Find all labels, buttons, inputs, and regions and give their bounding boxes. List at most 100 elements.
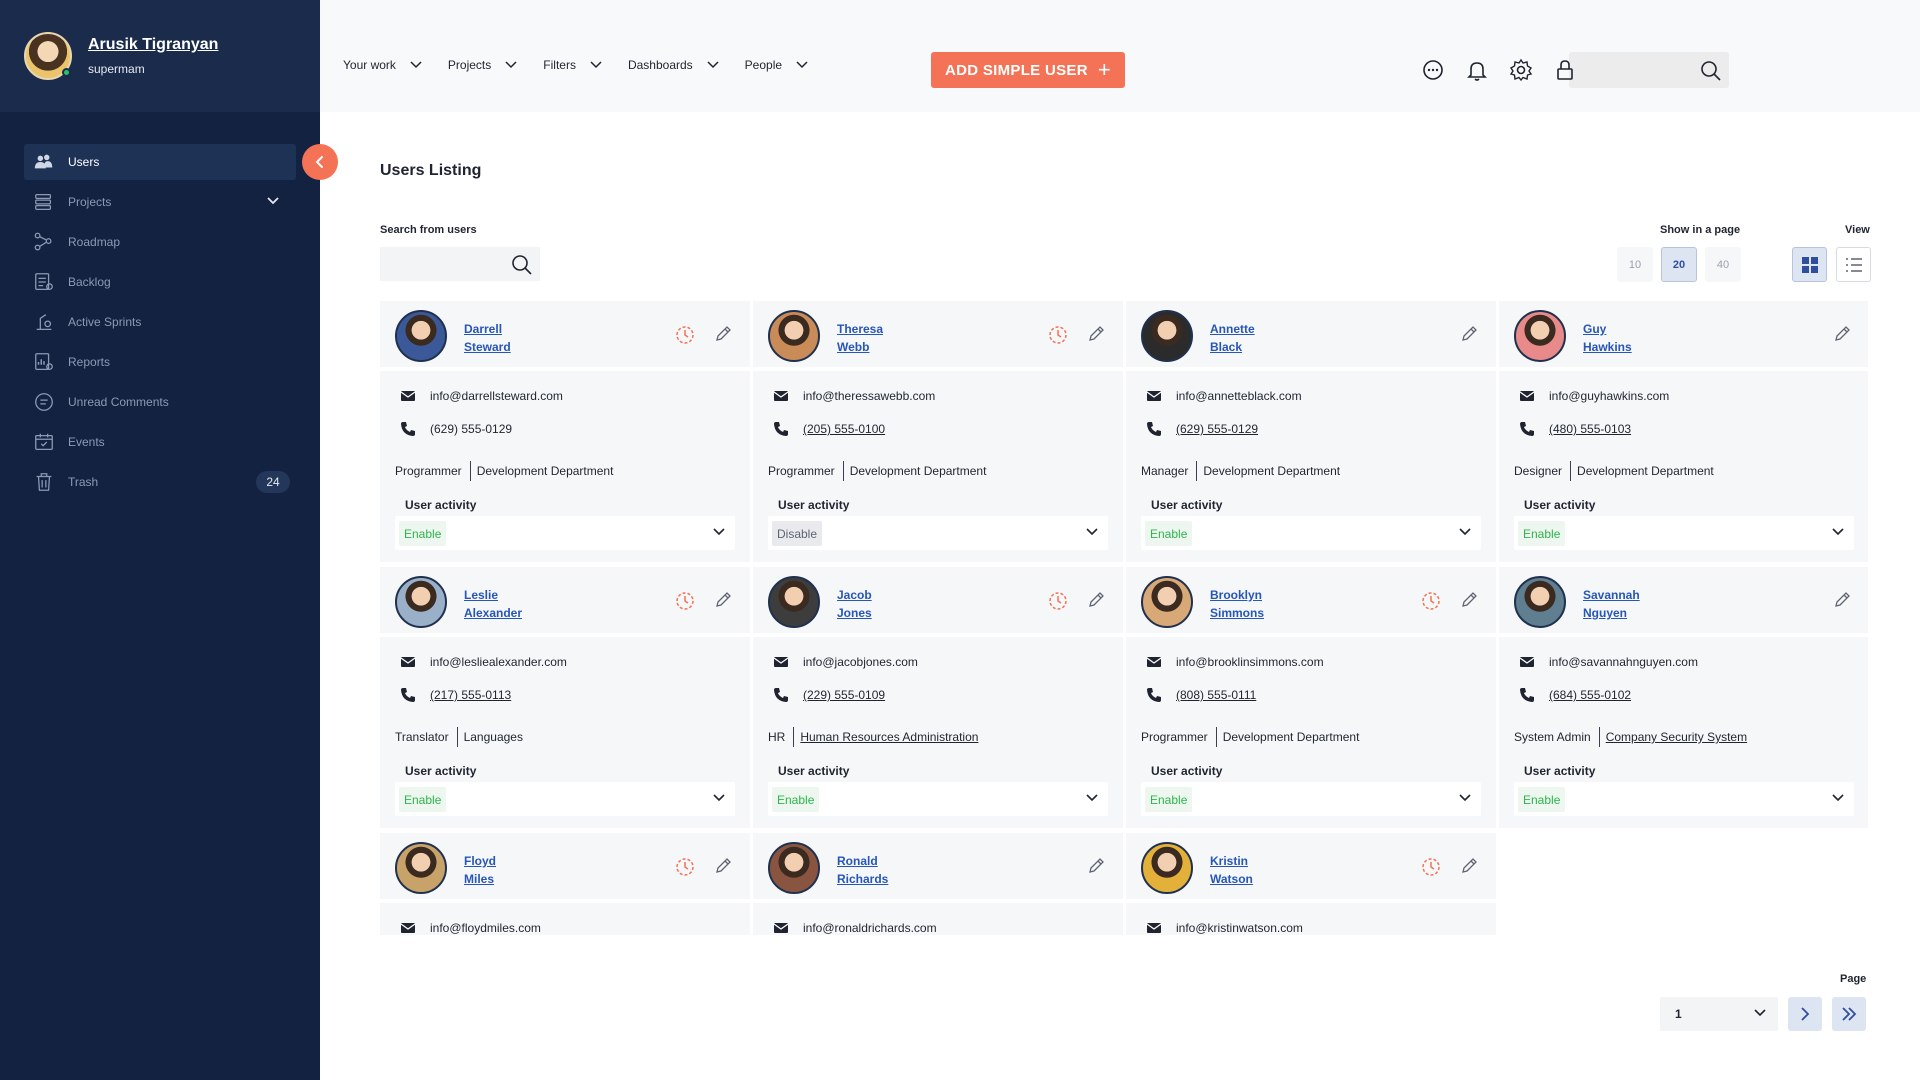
pencil-icon[interactable] <box>714 591 732 609</box>
clock-icon[interactable] <box>1048 325 1068 345</box>
user-activity-select[interactable]: Enable <box>1141 516 1481 550</box>
user-name-link[interactable]: Guy Hawkins <box>1583 320 1683 356</box>
user-activity-select[interactable]: Enable <box>768 782 1108 816</box>
sidebar-item-trash[interactable]: Trash 24 <box>24 464 296 500</box>
search-icon[interactable] <box>510 253 534 277</box>
user-activity-label: User activity <box>1524 498 1596 512</box>
avatar[interactable] <box>1141 310 1193 362</box>
user-name-link[interactable]: Savannah Nguyen <box>1583 586 1683 622</box>
pencil-icon[interactable] <box>1833 325 1851 343</box>
pencil-icon[interactable] <box>714 857 732 875</box>
avatar[interactable] <box>768 310 820 362</box>
clock-icon[interactable] <box>1421 591 1441 611</box>
pencil-icon[interactable] <box>1460 591 1478 609</box>
phone-number[interactable]: (808) 555-0111 <box>1176 688 1256 702</box>
avatar[interactable] <box>1141 576 1193 628</box>
user-name-link[interactable]: Floyd Miles <box>464 852 564 888</box>
gear-icon[interactable] <box>1509 58 1533 82</box>
user-name-link[interactable]: Kristin Watson <box>1210 852 1310 888</box>
phone-number[interactable]: (629) 555-0129 <box>1176 422 1258 436</box>
phone-number[interactable]: (217) 555-0113 <box>430 688 511 702</box>
avatar[interactable] <box>1514 576 1566 628</box>
last-page-button[interactable] <box>1832 997 1866 1031</box>
chevron-right-icon <box>1801 1007 1810 1021</box>
page-size-10[interactable]: 10 <box>1617 247 1653 282</box>
avatar[interactable] <box>768 576 820 628</box>
user-activity-select[interactable]: Enable <box>1141 782 1481 816</box>
menu-people[interactable]: People <box>745 58 808 72</box>
user-last-name: Alexander <box>464 606 523 620</box>
user-name-link[interactable]: Ronald Richards <box>837 852 937 888</box>
menu-projects[interactable]: Projects <box>448 58 517 72</box>
chevron-down-icon <box>1459 794 1471 802</box>
sidebar-item-active-sprints[interactable]: Active Sprints <box>24 304 296 340</box>
sidebar-item-backlog[interactable]: Backlog <box>24 264 296 300</box>
pencil-icon[interactable] <box>1460 325 1478 343</box>
menu-filters[interactable]: Filters <box>543 58 602 72</box>
phone-number[interactable]: (205) 555-0100 <box>803 422 885 436</box>
page-select[interactable]: 1 <box>1660 997 1778 1031</box>
grid-view-button[interactable] <box>1792 247 1827 282</box>
clock-icon[interactable] <box>1421 857 1441 877</box>
user-department[interactable]: Company Security System <box>1606 730 1747 744</box>
user-card-header: Kristin Watson <box>1126 833 1496 899</box>
pencil-icon[interactable] <box>1087 857 1105 875</box>
list-view-button[interactable] <box>1836 247 1871 282</box>
collapse-sidebar-button[interactable] <box>302 144 338 180</box>
add-simple-user-button[interactable]: ADD SIMPLE USER + <box>931 52 1125 88</box>
next-page-button[interactable] <box>1788 997 1822 1031</box>
pencil-icon[interactable] <box>1833 591 1851 609</box>
avatar[interactable] <box>395 576 447 628</box>
pencil-icon[interactable] <box>714 325 732 343</box>
avatar[interactable] <box>395 310 447 362</box>
sidebar-item-roadmap[interactable]: Roadmap <box>24 224 296 260</box>
pencil-icon[interactable] <box>1087 325 1105 343</box>
clock-icon[interactable] <box>675 591 695 611</box>
sidebar-item-reports[interactable]: Reports <box>24 344 296 380</box>
user-first-name: Darrell <box>464 322 503 336</box>
user-activity-select[interactable]: Enable <box>1514 516 1854 550</box>
clock-icon[interactable] <box>675 857 695 877</box>
pencil-icon[interactable] <box>1087 591 1105 609</box>
user-name-link[interactable]: Leslie Alexander <box>464 586 564 622</box>
search-icon[interactable] <box>1699 59 1723 83</box>
sidebar-item-unread-comments[interactable]: Unread Comments <box>24 384 296 420</box>
user-first-name: Jacob <box>837 588 872 602</box>
menu-your-work[interactable]: Your work <box>343 58 422 72</box>
avatar[interactable] <box>768 842 820 894</box>
sidebar-item-events[interactable]: Events <box>24 424 296 460</box>
avatar[interactable] <box>395 842 447 894</box>
chevron-down-icon[interactable] <box>266 194 280 208</box>
user-card-header: Floyd Miles <box>380 833 750 899</box>
phone-number[interactable]: (684) 555-0102 <box>1549 688 1631 702</box>
user-search-input[interactable] <box>380 247 540 281</box>
avatar[interactable] <box>24 32 72 80</box>
user-activity-select[interactable]: Disable <box>768 516 1108 550</box>
pencil-icon[interactable] <box>1460 857 1478 875</box>
chat-icon[interactable] <box>1421 58 1445 82</box>
menu-dashboards[interactable]: Dashboards <box>628 58 719 72</box>
header-search-input[interactable] <box>1569 52 1729 88</box>
user-name-link[interactable]: Theresa Webb <box>837 320 937 356</box>
avatar[interactable] <box>1514 310 1566 362</box>
user-name-link[interactable]: Brooklyn Simmons <box>1210 586 1310 622</box>
user-name-link[interactable]: Jacob Jones <box>837 586 937 622</box>
user-activity-select[interactable]: Enable <box>395 782 735 816</box>
user-name-link[interactable]: Darrell Steward <box>464 320 564 356</box>
avatar[interactable] <box>1141 842 1193 894</box>
lock-icon[interactable] <box>1553 58 1577 82</box>
user-department[interactable]: Human Resources Administration <box>800 730 978 744</box>
sidebar-item-users[interactable]: Users <box>24 144 296 180</box>
user-name-link[interactable]: Annette Black <box>1210 320 1310 356</box>
bell-icon[interactable] <box>1465 58 1489 82</box>
page-size-40[interactable]: 40 <box>1705 247 1741 282</box>
phone-number[interactable]: (229) 555-0109 <box>803 688 885 702</box>
user-activity-select[interactable]: Enable <box>1514 782 1854 816</box>
profile-name[interactable]: Arusik Tigranyan <box>88 36 218 54</box>
user-activity-select[interactable]: Enable <box>395 516 735 550</box>
page-size-20[interactable]: 20 <box>1661 247 1697 282</box>
clock-icon[interactable] <box>1048 591 1068 611</box>
phone-number[interactable]: (480) 555-0103 <box>1549 422 1631 436</box>
sidebar-item-projects[interactable]: Projects <box>24 184 296 220</box>
clock-icon[interactable] <box>675 325 695 345</box>
